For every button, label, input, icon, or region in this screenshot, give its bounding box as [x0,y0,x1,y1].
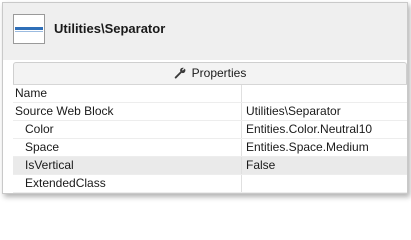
property-name: Source Web Block [13,103,242,120]
property-value[interactable]: Entities.Space.Medium [246,139,369,156]
wrench-icon [174,67,186,79]
property-value[interactable]: Entities.Color.Neutral10 [246,121,372,138]
property-grid: Name Source Web Block Utilities\Separato… [13,84,407,193]
property-row-extendedclass[interactable]: ExtendedClass [13,175,407,193]
separator-line [15,27,43,30]
properties-panel: Utilities\Separator Properties Name Sour… [2,2,408,194]
separator-line-shadow [15,31,43,32]
property-name: Name [13,85,242,102]
property-row-source-web-block[interactable]: Source Web Block Utilities\Separator [13,103,407,121]
property-row-space[interactable]: Space Entities.Space.Medium [13,139,407,157]
tab-label: Properties [191,66,247,80]
property-name: Color [13,121,242,138]
property-row-isvertical[interactable]: IsVertical False [13,157,407,175]
property-row-name[interactable]: Name [13,85,407,103]
separator-icon [13,14,45,44]
property-value[interactable]: Utilities\Separator [246,103,341,120]
property-name: ExtendedClass [13,175,242,192]
panel-header: Utilities\Separator [3,3,407,60]
property-name: Space [13,139,242,156]
tab-properties[interactable]: Properties [13,62,407,84]
property-name: IsVertical [13,157,242,174]
property-row-color[interactable]: Color Entities.Color.Neutral10 [13,121,407,139]
tab-content: Properties [14,66,406,80]
element-title: Utilities\Separator [54,21,166,36]
property-value[interactable]: False [246,157,275,174]
